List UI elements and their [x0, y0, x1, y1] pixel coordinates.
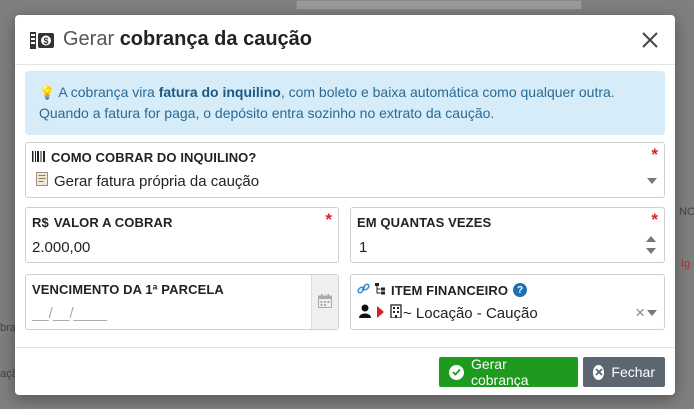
help-icon[interactable]: ?	[513, 283, 528, 297]
vencimento-field[interactable]: VENCIMENTO DA 1ª PARCELA * __/__/____	[25, 274, 339, 330]
valor-label: R$ VALOR A COBRAR	[32, 215, 173, 230]
como-cobrar-value: Gerar fatura própria da caução	[36, 172, 259, 190]
info-text: , com boleto e baixa automática como qua…	[280, 84, 615, 100]
info-text-bold: fatura do inquilino	[158, 84, 281, 100]
background-field	[296, 0, 582, 10]
sitemap-icon	[375, 282, 386, 298]
fechar-button[interactable]: Fechar	[583, 357, 665, 387]
modal-footer: Gerar cobrança Fechar	[15, 347, 675, 395]
como-cobrar-select[interactable]: COMO COBRAR DO INQUILINO? * Gerar fatura…	[25, 142, 665, 198]
modal-header: $ Gerar cobrança da caução	[15, 15, 675, 65]
check-circle-icon	[449, 364, 464, 380]
svg-text:$: $	[43, 36, 48, 46]
modal-title: Gerar cobrança da caução	[63, 28, 312, 50]
caret-right-icon	[377, 305, 384, 322]
gerar-cobranca-button[interactable]: Gerar cobrança	[439, 356, 578, 388]
como-cobrar-label: COMO COBRAR DO INQUILINO?	[32, 150, 256, 165]
gerar-cobranca-modal: $ Gerar cobrança da caução 💡 A cobrança …	[15, 15, 675, 395]
document-icon	[36, 172, 48, 190]
currency-icon: R$	[32, 215, 49, 230]
valor-field[interactable]: R$ VALOR A COBRAR * 2.000,00	[25, 207, 339, 263]
background-text: Ig	[681, 258, 691, 270]
parcelas-label: EM QUANTAS VEZES	[357, 215, 492, 230]
background-text: NO	[679, 206, 694, 218]
close-icon[interactable]	[639, 29, 661, 51]
modal-body: 💡 A cobrança vira fatura do inquilino, c…	[15, 65, 675, 135]
valor-input[interactable]: 2.000,00	[32, 239, 90, 256]
lightbulb-icon: 💡	[39, 85, 56, 100]
info-text: A cobrança vira	[58, 84, 155, 100]
calendar-icon	[318, 293, 332, 311]
building-icon	[390, 304, 402, 322]
clear-icon[interactable]: ×	[635, 303, 645, 323]
item-financeiro-label: ITEM FINANCEIRO ?	[357, 282, 528, 298]
money-icon: $	[29, 29, 57, 51]
item-financeiro-select[interactable]: ITEM FINANCEIRO ? ~ Locação - Caução ×	[350, 274, 665, 330]
fechar-label: Fechar	[611, 364, 655, 380]
user-icon	[359, 304, 371, 322]
close-circle-icon	[593, 364, 605, 380]
required-marker: *	[651, 210, 658, 229]
link-icon	[357, 282, 370, 298]
calendar-button[interactable]	[311, 275, 338, 329]
item-financeiro-value: ~ Locação - Caução	[359, 304, 538, 322]
parcelas-field[interactable]: EM QUANTAS VEZES * 1	[350, 207, 665, 263]
vencimento-label: VENCIMENTO DA 1ª PARCELA	[32, 282, 224, 297]
required-marker: *	[651, 145, 658, 164]
gerar-cobranca-label: Gerar cobrança	[470, 356, 529, 388]
barcode-icon	[32, 150, 46, 165]
background-text: bra	[0, 322, 16, 334]
chevron-down-icon[interactable]	[647, 310, 657, 316]
info-alert: 💡 A cobrança vira fatura do inquilino, c…	[25, 71, 665, 135]
stepper-icon[interactable]	[646, 234, 656, 259]
required-marker: *	[325, 210, 332, 229]
chevron-down-icon[interactable]	[647, 178, 657, 184]
vencimento-input[interactable]: __/__/____	[32, 305, 107, 322]
parcelas-input[interactable]: 1	[359, 239, 367, 256]
info-text-line2: Quando a fatura for paga, o depósito ent…	[39, 105, 495, 121]
